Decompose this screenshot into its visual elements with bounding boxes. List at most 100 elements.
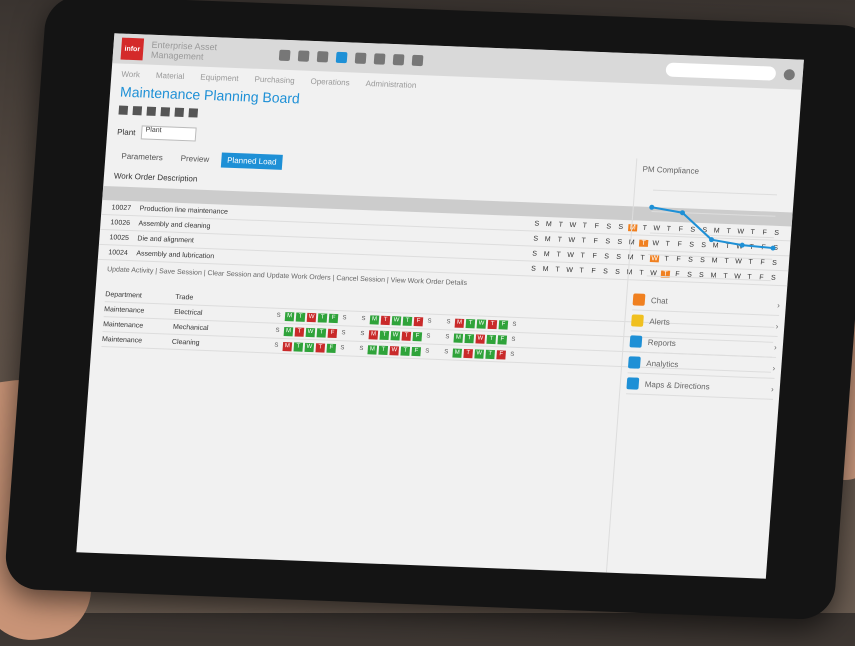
day-cell[interactable]: S [615, 238, 625, 245]
capacity-cell[interactable]: T [465, 318, 476, 328]
capacity-cell[interactable]: W [475, 333, 486, 344]
capacity-cell[interactable]: F [498, 319, 509, 330]
capacity-cell[interactable]: S [356, 344, 366, 353]
day-cell[interactable]: F [592, 222, 602, 229]
search-input[interactable] [665, 62, 777, 81]
capacity-cell[interactable]: T [485, 349, 496, 359]
capacity-cell[interactable]: S [444, 318, 454, 327]
capacity-cell[interactable]: W [304, 342, 315, 352]
day-cell[interactable]: W [565, 266, 575, 273]
filter-icon[interactable] [174, 107, 185, 118]
day-cell[interactable]: T [580, 222, 590, 229]
capacity-cell[interactable]: F [327, 328, 338, 338]
capacity-cell[interactable]: T [317, 312, 328, 323]
capacity-cell[interactable]: S [273, 326, 283, 335]
capacity-cell[interactable]: T [295, 311, 306, 322]
day-cell[interactable]: F [591, 237, 601, 244]
capacity-cell[interactable]: M [282, 341, 293, 351]
lock-icon[interactable] [411, 54, 424, 66]
day-cell[interactable]: M [543, 235, 553, 242]
grid-icon[interactable] [297, 49, 310, 62]
capacity-cell[interactable]: T [316, 327, 327, 338]
capacity-cell[interactable]: F [412, 331, 423, 341]
capacity-cell[interactable]: S [441, 348, 451, 357]
copy-icon[interactable] [146, 106, 157, 116]
capacity-cell[interactable]: W [474, 348, 485, 359]
capacity-cell[interactable]: S [508, 335, 518, 344]
capacity-cell[interactable]: S [340, 314, 350, 323]
day-cell[interactable]: W [567, 236, 577, 243]
user-avatar[interactable] [783, 68, 796, 80]
capacity-cell[interactable]: T [487, 319, 498, 329]
capacity-cell[interactable]: S [337, 344, 347, 353]
day-cell[interactable]: W [568, 221, 578, 228]
capacity-cell[interactable]: T [293, 341, 304, 352]
day-cell[interactable]: M [541, 265, 551, 272]
day-cell[interactable]: S [529, 265, 539, 272]
day-cell[interactable]: S [601, 268, 611, 275]
capacity-cell[interactable]: T [401, 331, 412, 341]
capacity-cell[interactable]: F [413, 316, 424, 326]
home-icon[interactable] [278, 49, 291, 61]
capacity-cell[interactable]: S [274, 311, 284, 320]
tab-parameters[interactable]: Parameters [115, 148, 169, 165]
day-cell[interactable]: T [555, 236, 565, 243]
menu-item[interactable]: Equipment [200, 72, 239, 82]
capacity-cell[interactable]: W [390, 330, 401, 340]
capacity-cell[interactable]: M [452, 348, 463, 358]
day-cell[interactable]: T [554, 251, 564, 258]
menu-item[interactable]: Work [121, 69, 140, 79]
capacity-cell[interactable]: S [507, 350, 517, 359]
capacity-cell[interactable]: F [496, 349, 507, 360]
day-cell[interactable]: T [579, 237, 589, 244]
tab-preview[interactable]: Preview [174, 151, 216, 168]
day-cell[interactable]: T [556, 221, 566, 228]
capacity-cell[interactable]: T [400, 346, 411, 356]
capacity-cell[interactable]: M [284, 311, 295, 321]
capacity-cell[interactable]: F [326, 343, 337, 353]
capacity-cell[interactable]: T [294, 326, 305, 337]
menu-item[interactable]: Administration [365, 78, 416, 89]
capacity-cell[interactable]: W [306, 312, 317, 322]
save-icon[interactable] [118, 105, 129, 115]
capacity-cell[interactable]: M [454, 318, 465, 328]
day-cell[interactable]: F [590, 252, 600, 259]
capacity-cell[interactable]: S [422, 347, 432, 356]
print-icon[interactable] [392, 53, 405, 65]
doc-icon[interactable] [373, 52, 386, 65]
capacity-cell[interactable]: S [339, 329, 349, 338]
capacity-cell[interactable]: T [379, 330, 390, 340]
capacity-cell[interactable]: S [424, 332, 434, 341]
capacity-cell[interactable]: M [453, 333, 464, 343]
capacity-cell[interactable]: M [369, 314, 380, 325]
capacity-cell[interactable]: S [443, 333, 453, 342]
day-cell[interactable]: W [566, 251, 576, 258]
capacity-cell[interactable]: W [391, 315, 402, 326]
capacity-cell[interactable]: F [328, 313, 339, 323]
tab-planned-load[interactable]: Planned Load [220, 152, 284, 170]
menu-item[interactable]: Operations [310, 76, 350, 86]
day-cell[interactable]: S [616, 223, 626, 230]
capacity-cell[interactable]: S [359, 314, 369, 323]
refresh-icon[interactable] [132, 106, 143, 116]
capacity-cell[interactable]: W [476, 318, 487, 329]
shield-icon[interactable] [335, 51, 348, 63]
capacity-cell[interactable]: S [425, 317, 435, 326]
capacity-cell[interactable]: W [389, 345, 400, 355]
capacity-cell[interactable]: F [411, 346, 422, 356]
day-cell[interactable]: S [613, 268, 623, 275]
day-cell[interactable]: S [603, 238, 613, 245]
day-cell[interactable]: M [544, 220, 554, 228]
capacity-cell[interactable]: T [380, 315, 391, 325]
day-cell[interactable]: F [589, 267, 599, 274]
day-cell[interactable]: M [542, 250, 552, 257]
day-cell[interactable]: T [553, 266, 563, 273]
menu-item[interactable]: Purchasing [254, 74, 295, 85]
day-cell[interactable]: S [614, 253, 624, 260]
day-cell[interactable]: T [577, 267, 587, 274]
capacity-cell[interactable]: S [358, 329, 368, 338]
capacity-cell[interactable]: T [402, 316, 413, 326]
capacity-cell[interactable]: T [315, 342, 326, 353]
plant-select[interactable]: Plant [140, 125, 197, 142]
capacity-cell[interactable]: M [367, 344, 378, 355]
